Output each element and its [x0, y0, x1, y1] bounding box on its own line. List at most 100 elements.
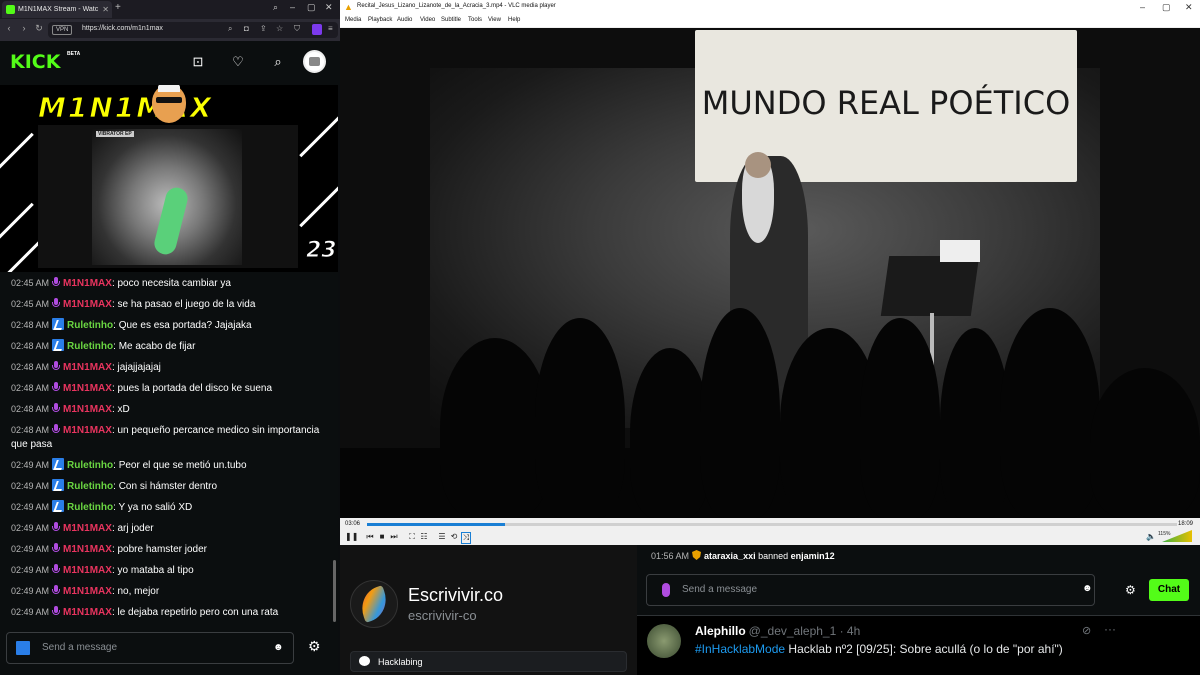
- back-icon[interactable]: ‹: [3, 23, 15, 33]
- more-icon[interactable]: ···: [1104, 622, 1116, 636]
- shuffle-icon[interactable]: ⤨: [461, 532, 471, 544]
- avatar[interactable]: [303, 50, 326, 73]
- fullscreen-icon[interactable]: ⛶: [407, 532, 417, 542]
- maximize-icon[interactable]: ▢: [307, 2, 316, 13]
- message-text: : yo mataba al tipo: [111, 565, 194, 576]
- menu-media[interactable]: Media: [345, 17, 361, 23]
- extended-settings-icon[interactable]: ☷: [419, 532, 429, 541]
- grok-icon[interactable]: ⊘: [1082, 624, 1091, 637]
- seek-bar[interactable]: [367, 523, 1177, 526]
- message-username[interactable]: M1N1MAX: [63, 404, 112, 415]
- message-time: 02:48 AM: [11, 383, 50, 393]
- message-username[interactable]: Ruletinho: [67, 341, 113, 352]
- gear-icon[interactable]: ⚙: [1125, 583, 1136, 597]
- vpn-badge[interactable]: VPN: [52, 25, 73, 35]
- message-username[interactable]: Ruletinho: [67, 481, 113, 492]
- maximize-icon[interactable]: ▢: [1162, 2, 1171, 13]
- emoji-icon[interactable]: ☻: [273, 642, 284, 653]
- chat-scrollbar[interactable]: [333, 560, 336, 622]
- minimize-icon[interactable]: –: [1140, 2, 1145, 12]
- message-username[interactable]: M1N1MAX: [63, 607, 112, 618]
- camera-icon[interactable]: ◘: [244, 24, 249, 33]
- tweet-name: Alephillo: [695, 624, 746, 638]
- loop-icon[interactable]: ⟲: [449, 532, 459, 541]
- tweet-hashtag[interactable]: #InHacklabMode: [695, 642, 785, 656]
- channel-item[interactable]: Hacklabing: [350, 651, 627, 672]
- gear-icon[interactable]: ⚙: [308, 638, 321, 655]
- mic-badge-icon: [52, 298, 61, 309]
- menu-audio[interactable]: Audio: [397, 17, 412, 23]
- message-username[interactable]: M1N1MAX: [63, 383, 112, 394]
- shield-icon[interactable]: ⛉: [294, 24, 300, 34]
- menu-help[interactable]: Help: [508, 17, 520, 23]
- close-window-icon[interactable]: ✕: [325, 2, 333, 13]
- message-username[interactable]: Ruletinho: [67, 320, 113, 331]
- profile-name: Escrivivir.co: [408, 585, 504, 605]
- reload-icon[interactable]: ↻: [33, 23, 45, 34]
- message-username[interactable]: Ruletinho: [67, 502, 113, 513]
- time-total: 18:09: [1178, 521, 1194, 527]
- menu-view[interactable]: View: [488, 17, 501, 23]
- new-tab-icon[interactable]: +: [115, 2, 121, 13]
- following-icon[interactable]: ⊡: [190, 54, 206, 70]
- extension-icon[interactable]: [312, 24, 322, 35]
- channel-label: Hacklabing: [378, 657, 423, 667]
- message-text: : le dejaba repetirlo pero con una rata: [111, 607, 279, 618]
- previous-icon[interactable]: ⏮: [365, 532, 375, 542]
- bookmark-icon[interactable]: ☆: [276, 24, 283, 33]
- chat-input[interactable]: Send a message: [646, 574, 1095, 606]
- message-text: : poco necesita cambiar ya: [111, 278, 231, 289]
- ban-time: 01:56 AM: [651, 551, 690, 561]
- message-username[interactable]: M1N1MAX: [63, 544, 112, 555]
- menu-tools[interactable]: Tools: [468, 17, 482, 23]
- stop-icon[interactable]: ■: [377, 532, 387, 541]
- message-username[interactable]: M1N1MAX: [63, 278, 112, 289]
- chat-message: 02:49 AM Ruletinho: Peor el que se metió …: [11, 458, 329, 473]
- ban-target[interactable]: enjamin12: [791, 551, 835, 561]
- tweet-author[interactable]: Alephillo @_dev_aleph_1 · 4h: [695, 624, 860, 638]
- close-tab-icon[interactable]: ✕: [102, 1, 109, 18]
- stream-title-art: M1N1MAX: [37, 91, 214, 125]
- message-username[interactable]: M1N1MAX: [63, 586, 112, 597]
- message-username[interactable]: M1N1MAX: [63, 425, 112, 436]
- tweet-avatar[interactable]: [647, 624, 681, 658]
- forward-icon[interactable]: ›: [18, 23, 30, 33]
- message-username[interactable]: M1N1MAX: [63, 362, 112, 373]
- next-icon[interactable]: ⏭: [389, 532, 399, 542]
- url-text[interactable]: https://kick.com/m1n1max: [82, 25, 163, 32]
- menu-subtitle[interactable]: Subtitle: [441, 17, 461, 23]
- emoji-icon[interactable]: ☻: [1082, 583, 1093, 594]
- share-icon[interactable]: ⇪: [260, 24, 267, 33]
- message-username[interactable]: M1N1MAX: [63, 299, 112, 310]
- message-username[interactable]: Ruletinho: [67, 460, 113, 471]
- search-icon[interactable]: ⌕: [228, 24, 232, 34]
- message-text: : pobre hamster joder: [111, 544, 207, 555]
- tab-kick[interactable]: M1N1MAX Stream - Watc ✕: [2, 1, 112, 18]
- minimize-icon[interactable]: –: [290, 2, 295, 12]
- pause-icon[interactable]: ❚❚: [345, 532, 358, 541]
- menu-icon[interactable]: ≡: [328, 24, 333, 33]
- url-bar[interactable]: VPN https://kick.com/m1n1max ⌕ ◘ ⇪ ☆ ⛉ ≡: [48, 22, 338, 38]
- tweet-card[interactable]: Alephillo @_dev_aleph_1 · 4h #InHacklabMo…: [637, 615, 1200, 675]
- mic-badge-icon: [52, 543, 61, 554]
- menu-playback[interactable]: Playback: [368, 17, 392, 23]
- chat-input[interactable]: Send a message ☻: [6, 632, 294, 664]
- search-tabs-icon[interactable]: ⌕: [273, 2, 278, 13]
- message-username[interactable]: M1N1MAX: [63, 565, 112, 576]
- chat-placeholder: Send a message: [42, 642, 118, 653]
- menu-video[interactable]: Video: [420, 17, 435, 23]
- search-icon[interactable]: ⌕: [270, 54, 286, 70]
- ban-notice: 01:56 AM ataraxia_xxi banned enjamin12: [651, 550, 835, 561]
- video-frame[interactable]: MUNDO REAL POÉTICO: [340, 28, 1200, 518]
- ban-user[interactable]: ataraxia_xxi: [704, 551, 756, 561]
- volume-icon[interactable]: 🔈: [1146, 532, 1156, 541]
- chat-send-button[interactable]: Chat: [1149, 579, 1189, 601]
- playlist-icon[interactable]: ☰: [437, 532, 447, 541]
- message-username[interactable]: M1N1MAX: [63, 523, 112, 534]
- mic-badge-icon: [52, 403, 61, 414]
- close-window-icon[interactable]: ✕: [1185, 2, 1193, 13]
- message-time: 02:49 AM: [11, 523, 50, 533]
- heart-icon[interactable]: ♡: [230, 54, 246, 70]
- kick-logo[interactable]: KICK: [10, 51, 60, 73]
- message-text: : Peor el que se metió un.tubo: [113, 460, 247, 471]
